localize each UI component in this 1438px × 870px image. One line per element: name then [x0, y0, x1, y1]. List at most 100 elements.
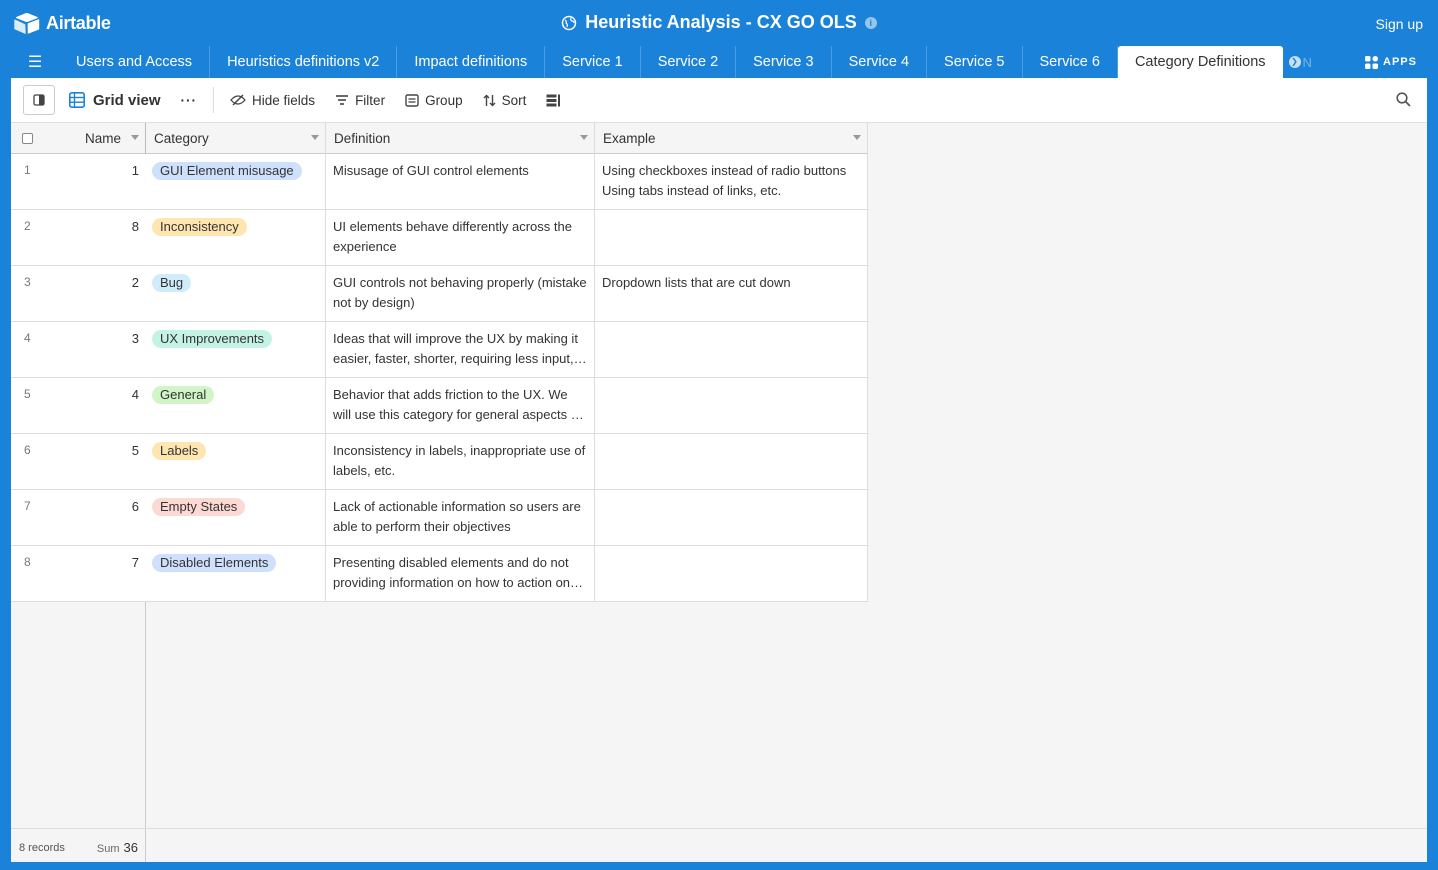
tab-service-4[interactable]: Service 4	[832, 46, 928, 78]
view-switcher[interactable]: Grid view	[69, 92, 161, 109]
example-cell[interactable]: Dropdown lists that are cut down	[595, 266, 868, 322]
name-cell[interactable]: 8	[132, 219, 139, 234]
definition-cell[interactable]: Misusage of GUI control elements	[326, 154, 595, 210]
name-cell[interactable]: 3	[132, 331, 139, 346]
example-cell[interactable]	[595, 546, 868, 602]
definition-cell[interactable]: Inconsistency in labels, inappropriate u…	[326, 434, 595, 490]
tab-heuristics-definitions[interactable]: Heuristics definitions v2	[210, 46, 398, 78]
column-header-definition[interactable]: Definition	[326, 123, 595, 154]
example-cell[interactable]: Using checkboxes instead of radio button…	[595, 154, 868, 210]
hide-fields-label: Hide fields	[252, 92, 316, 108]
example-text: Using checkboxes instead of radio button…	[602, 163, 847, 198]
sign-up-link[interactable]: Sign up	[1376, 16, 1423, 32]
category-pill: UX Improvements	[152, 330, 273, 348]
apps-icon	[1365, 55, 1379, 69]
hide-fields-button[interactable]: Hide fields	[222, 86, 323, 114]
chevron-down-icon[interactable]	[853, 135, 861, 140]
hamburger-menu-icon[interactable]: ☰	[11, 46, 59, 78]
example-cell[interactable]	[595, 490, 868, 546]
table-row[interactable]: 2 8	[11, 210, 146, 266]
category-cell[interactable]: Inconsistency	[146, 210, 326, 266]
select-all-checkbox[interactable]	[22, 133, 33, 144]
table-row[interactable]: Labels Inconsistency in labels, inapprop…	[146, 434, 868, 490]
definition-text: Inconsistency in labels, inappropriate u…	[333, 443, 586, 478]
tab-overflow-text: N	[1302, 54, 1312, 70]
tab-category-definitions[interactable]: Category Definitions	[1117, 46, 1283, 78]
row-number: 6	[24, 443, 31, 457]
name-cell[interactable]: 4	[132, 387, 139, 402]
table-row[interactable]: GUI Element misusage Misusage of GUI con…	[146, 154, 868, 210]
record-count: 8 records	[19, 842, 65, 854]
sum-summary[interactable]: Sum 36	[97, 840, 138, 855]
tab-service-3[interactable]: Service 3	[736, 46, 832, 78]
category-cell[interactable]: Empty States	[146, 490, 326, 546]
definition-cell[interactable]: Presenting disabled elements and do not …	[326, 546, 595, 602]
chevron-down-icon[interactable]	[131, 135, 139, 140]
name-cell[interactable]: 1	[132, 163, 139, 178]
definition-cell[interactable]: GUI controls not behaving properly (mist…	[326, 266, 595, 322]
table-row[interactable]: 5 4	[11, 378, 146, 434]
example-cell[interactable]	[595, 378, 868, 434]
row-height-button[interactable]	[538, 86, 569, 114]
filter-button[interactable]: Filter	[327, 86, 393, 114]
group-button[interactable]: Group	[397, 86, 471, 114]
category-cell[interactable]: UX Improvements	[146, 322, 326, 378]
view-options-button[interactable]: ···	[181, 93, 198, 108]
table-row[interactable]: 4 3	[11, 322, 146, 378]
name-cell[interactable]: 7	[132, 555, 139, 570]
definition-text: GUI controls not behaving properly (mist…	[333, 275, 587, 310]
grid-view-icon	[69, 92, 85, 108]
definition-cell[interactable]: Ideas that will improve the UX by making…	[326, 322, 595, 378]
table-row[interactable]: 6 5	[11, 434, 146, 490]
table-row[interactable]: 7 6	[11, 490, 146, 546]
tab-overflow[interactable]: ❯ N	[1283, 46, 1317, 78]
category-cell[interactable]: General	[146, 378, 326, 434]
category-cell[interactable]: GUI Element misusage	[146, 154, 326, 210]
chevron-down-icon[interactable]	[311, 135, 319, 140]
tab-service-2[interactable]: Service 2	[641, 46, 737, 78]
table-row[interactable]: 8 7	[11, 546, 146, 602]
apps-button[interactable]: APPS	[1365, 46, 1417, 78]
category-cell[interactable]: Bug	[146, 266, 326, 322]
name-cell[interactable]: 6	[132, 499, 139, 514]
chevron-down-icon[interactable]	[580, 135, 588, 140]
sum-value: 36	[123, 840, 138, 855]
tab-service-5[interactable]: Service 5	[927, 46, 1023, 78]
example-cell[interactable]	[595, 434, 868, 490]
example-cell[interactable]	[595, 322, 868, 378]
table-row[interactable]: Empty States Lack of actionable informat…	[146, 490, 868, 546]
table-tabs: ☰ Users and Access Heuristics definition…	[11, 46, 1427, 78]
definition-cell[interactable]: Behavior that adds friction to the UX. W…	[326, 378, 595, 434]
tab-service-6[interactable]: Service 6	[1023, 46, 1118, 78]
table-row[interactable]: Bug GUI controls not behaving properly (…	[146, 266, 868, 322]
table-row[interactable]: UX Improvements Ideas that will improve …	[146, 322, 868, 378]
category-cell[interactable]: Disabled Elements	[146, 546, 326, 602]
sort-button[interactable]: Sort	[475, 86, 535, 114]
column-header-name[interactable]: Name	[11, 123, 146, 154]
definition-cell[interactable]: Lack of actionable information so users …	[326, 490, 595, 546]
sidebar-toggle-button[interactable]	[23, 85, 55, 115]
name-cell[interactable]: 2	[132, 275, 139, 290]
table-row[interactable]: Inconsistency UI elements behave differe…	[146, 210, 868, 266]
tab-impact-definitions[interactable]: Impact definitions	[397, 46, 546, 78]
table-row[interactable]: 3 2	[11, 266, 146, 322]
table-row[interactable]: 1 1	[11, 154, 146, 210]
search-icon[interactable]	[1396, 92, 1411, 110]
column-header-example[interactable]: Example	[595, 123, 868, 154]
name-cell[interactable]: 5	[132, 443, 139, 458]
example-cell[interactable]	[595, 210, 868, 266]
info-icon[interactable]: i	[864, 16, 877, 29]
table-row[interactable]: Disabled Elements Presenting disabled el…	[146, 546, 868, 602]
apps-label: APPS	[1383, 56, 1417, 68]
definition-cell[interactable]: UI elements behave differently across th…	[326, 210, 595, 266]
grid-header-row: Name Category Definition Example	[11, 123, 868, 154]
tab-users-and-access[interactable]: Users and Access	[59, 46, 211, 78]
sort-icon	[483, 94, 496, 106]
table-row[interactable]: General Behavior that adds friction to t…	[146, 378, 868, 434]
grid-footer: 8 records Sum 36	[11, 828, 1427, 862]
category-cell[interactable]: Labels	[146, 434, 326, 490]
column-header-category[interactable]: Category	[146, 123, 326, 154]
base-title-bar: Heuristic Analysis - CX GO OLS i	[0, 12, 1438, 33]
definition-text: Ideas that will improve the UX by making…	[333, 331, 578, 366]
tab-service-1[interactable]: Service 1	[545, 46, 641, 78]
